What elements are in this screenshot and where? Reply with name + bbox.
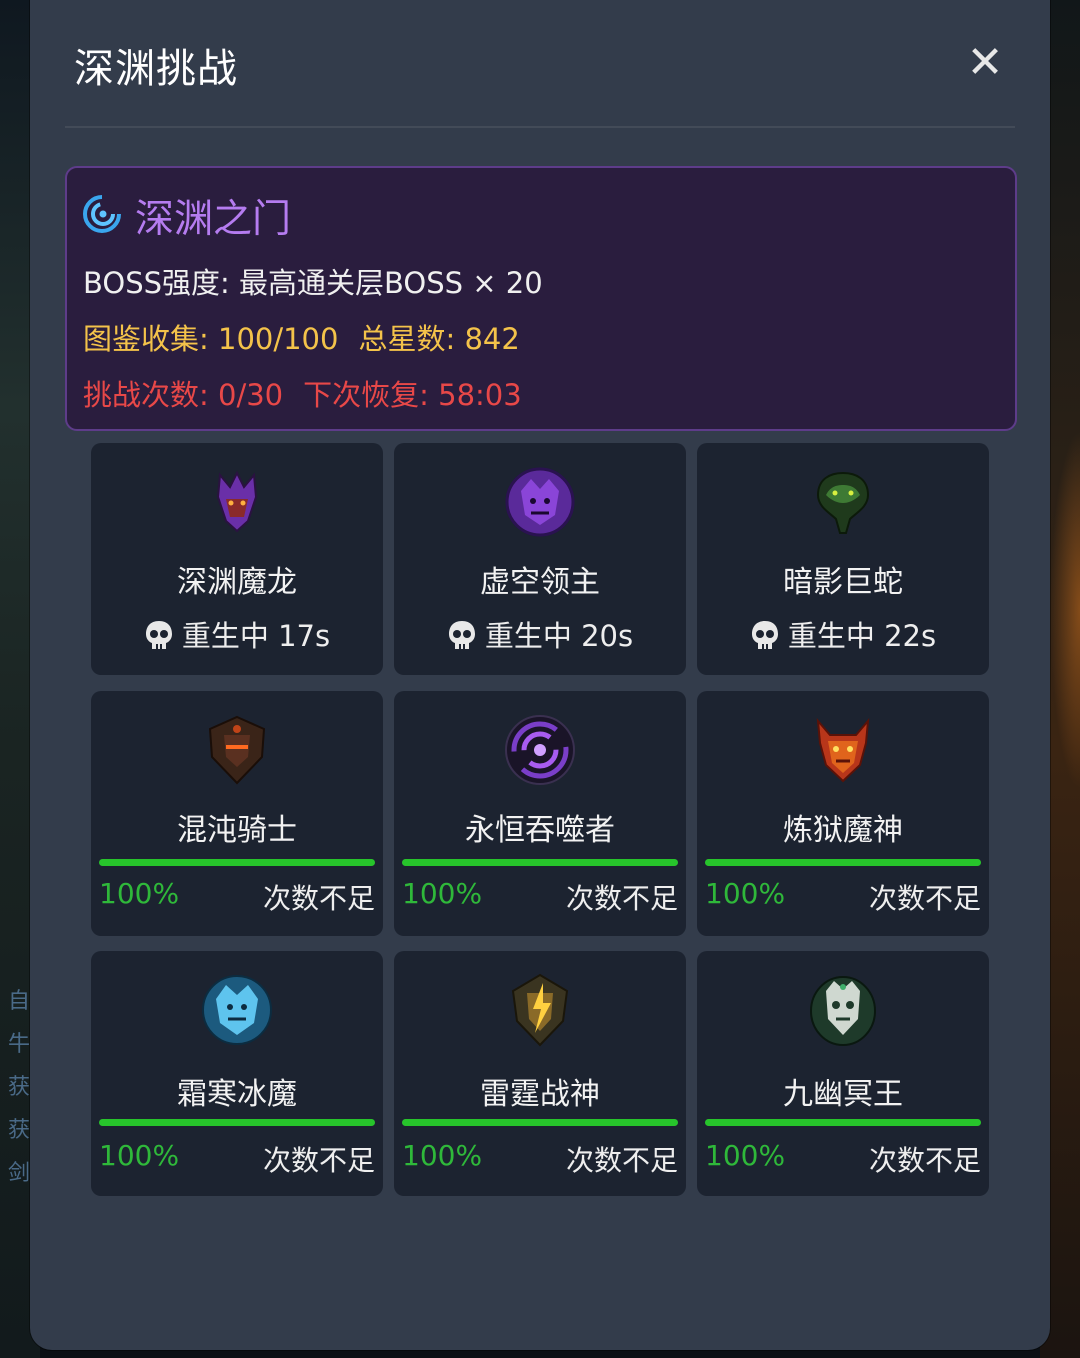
boss-name: 炼狱魔神 [783, 813, 903, 848]
boss-name: 雷霆战神 [480, 1077, 600, 1112]
modal-title: 深渊挑战 [74, 46, 238, 92]
progress-bar [402, 1119, 678, 1126]
challenge-status: 次数不足 [565, 1144, 678, 1177]
progress-fill [402, 1119, 678, 1126]
progress-bar [705, 1119, 981, 1126]
boss-name: 永恒吞噬者 [465, 813, 615, 848]
progress-fill [705, 859, 981, 866]
progress-percent: 100% [402, 877, 483, 910]
boss-name: 霜寒冰魔 [177, 1077, 297, 1112]
abyss-gate-panel: 深渊之门 BOSS强度: 最高通关层BOSS × 20 图鉴收集: 100/10… [65, 166, 1017, 431]
progress-percent: 100% [99, 1139, 180, 1172]
nether-king-portrait [810, 976, 876, 1046]
progress-fill [99, 1119, 375, 1126]
title-divider [65, 126, 1015, 128]
boss-card[interactable]: 雷霆战神 100% 次数不足 [394, 951, 686, 1196]
boss-name: 九幽冥王 [783, 1077, 903, 1112]
total-stars-text: 总星数: 842 [358, 322, 520, 356]
boss-name: 混沌骑士 [177, 813, 297, 848]
progress-percent: 100% [99, 877, 180, 910]
progress-percent: 100% [402, 1139, 483, 1172]
chaos-knight-portrait [208, 715, 266, 785]
boss-card[interactable]: 虚空领主 重生中 20s [394, 443, 686, 675]
progress-bar [705, 859, 981, 866]
gate-title: 深渊之门 [135, 197, 292, 242]
void-lord-portrait [505, 467, 575, 537]
close-icon: ✕ [966, 37, 1004, 88]
challenge-status: 次数不足 [262, 1144, 375, 1177]
boss-name: 虚空领主 [480, 565, 600, 600]
boss-name: 暗影巨蛇 [783, 565, 903, 600]
inferno-demon-portrait [816, 717, 870, 783]
swirl-portal-icon [83, 195, 121, 233]
respawn-timer: 重生中 22s [787, 619, 937, 653]
respawn-timer: 重生中 20s [484, 619, 634, 653]
respawn-status: 重生中 17s [91, 613, 383, 655]
progress-percent: 100% [705, 1139, 786, 1172]
progress-fill [402, 859, 678, 866]
progress-percent: 100% [705, 877, 786, 910]
abyss-challenge-modal: 深渊挑战 ✕ 深渊之门 BOSS强度: 最高通关层BOSS × 20 图鉴收集:… [30, 0, 1050, 1350]
boss-name: 深渊魔龙 [177, 565, 297, 600]
respawn-timer: 重生中 17s [181, 619, 331, 653]
challenge-status: 次数不足 [565, 882, 678, 915]
progress-fill [99, 859, 375, 866]
challenge-status: 次数不足 [868, 1144, 981, 1177]
skull-icon [145, 621, 172, 649]
challenge-status: 次数不足 [868, 882, 981, 915]
collection-text: 图鉴收集: 100/100 [83, 322, 339, 356]
next-recover-text: 下次恢复: 58:03 [303, 378, 522, 412]
boss-card[interactable]: 九幽冥王 100% 次数不足 [697, 951, 989, 1196]
boss-card[interactable]: 炼狱魔神 100% 次数不足 [697, 691, 989, 936]
purple-dragon-portrait [216, 470, 258, 533]
progress-fill [705, 1119, 981, 1126]
boss-strength-text: BOSS强度: 最高通关层BOSS × 20 [83, 266, 543, 300]
progress-bar [402, 859, 678, 866]
shadow-serpent-portrait [816, 471, 870, 534]
boss-card[interactable]: 混沌骑士 100% 次数不足 [91, 691, 383, 936]
challenge-line: 挑战次数: 0/30 下次恢复: 58:03 [83, 372, 522, 414]
boss-card[interactable]: 永恒吞噬者 100% 次数不足 [394, 691, 686, 936]
respawn-status: 重生中 22s [697, 613, 989, 655]
frost-demon-portrait [202, 975, 272, 1045]
skull-icon [448, 621, 475, 649]
close-button[interactable]: ✕ [960, 38, 1010, 88]
vortex-devourer-portrait [505, 715, 575, 785]
background-fire-glow [1050, 430, 1080, 790]
boss-card[interactable]: 霜寒冰魔 100% 次数不足 [91, 951, 383, 1196]
boss-card[interactable]: 暗影巨蛇 重生中 22s [697, 443, 989, 675]
boss-card[interactable]: 深渊魔龙 重生中 17s [91, 443, 383, 675]
skull-icon [751, 621, 778, 649]
progress-bar [99, 859, 375, 866]
progress-bar [99, 1119, 375, 1126]
attempts-text: 挑战次数: 0/30 [83, 378, 284, 412]
collection-line: 图鉴收集: 100/100 总星数: 842 [83, 316, 520, 358]
respawn-status: 重生中 20s [394, 613, 686, 655]
thunder-war-god-portrait [511, 973, 569, 1047]
challenge-status: 次数不足 [262, 882, 375, 915]
